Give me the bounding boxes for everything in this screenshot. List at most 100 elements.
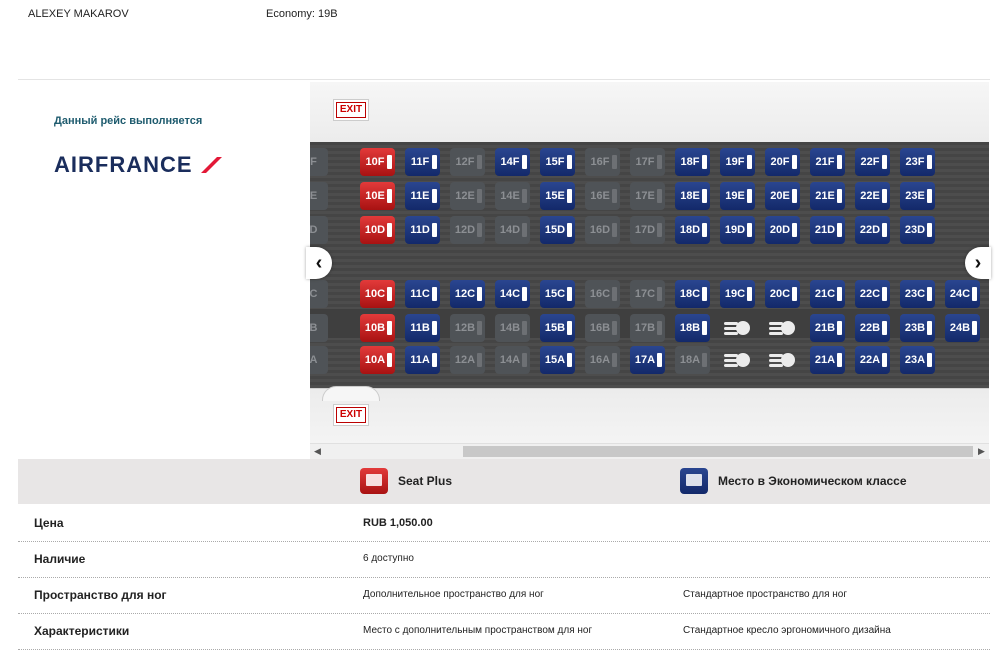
seat-18F[interactable]: 18F: [675, 148, 710, 176]
seat-18D[interactable]: 18D: [675, 216, 710, 244]
seat-16B: 16B: [585, 314, 620, 342]
seat-11D[interactable]: 11D: [405, 216, 440, 244]
seat-17C: 17C: [630, 280, 665, 308]
seat-21A[interactable]: 21A: [810, 346, 845, 374]
seat-type-legend: Seat Plus Место в Экономическом классе: [18, 459, 990, 504]
seat-22D[interactable]: 22D: [855, 216, 890, 244]
seat-16A: 16A: [585, 346, 620, 374]
scrollbar-thumb[interactable]: [463, 446, 973, 457]
passenger-icon: [724, 321, 750, 335]
seat-24C[interactable]: 24C: [945, 280, 980, 308]
airline-logo-swoosh-icon: [200, 157, 222, 173]
door-outline: [322, 386, 380, 401]
passenger-icon: [769, 321, 795, 335]
seat-11F[interactable]: 11F: [405, 148, 440, 176]
seat-11B[interactable]: 11B: [405, 314, 440, 342]
occupied-seat-20B: [765, 314, 799, 342]
seat-24B[interactable]: 24B: [945, 314, 980, 342]
seat-16D: 16D: [585, 216, 620, 244]
scroll-right-button[interactable]: ›: [965, 247, 991, 279]
seat-18B[interactable]: 18B: [675, 314, 710, 342]
operated-by-label: Данный рейс выполняется: [54, 115, 203, 127]
seat-10B[interactable]: 10B: [360, 314, 395, 342]
seat-10F[interactable]: 10F: [360, 148, 395, 176]
seat-21C[interactable]: 21C: [810, 280, 845, 308]
seat-22A[interactable]: 22A: [855, 346, 890, 374]
seat-17A[interactable]: 17A: [630, 346, 665, 374]
chevron-right-icon: ›: [974, 251, 982, 274]
seat-15B[interactable]: 15B: [540, 314, 575, 342]
seat-22F[interactable]: 22F: [855, 148, 890, 176]
seat-15F[interactable]: 15F: [540, 148, 575, 176]
seat-19E[interactable]: 19E: [720, 182, 755, 210]
seat-21D[interactable]: 21D: [810, 216, 845, 244]
seat-20C[interactable]: 20C: [765, 280, 800, 308]
row-label: Цена: [34, 516, 64, 530]
seat-10A[interactable]: 10A: [360, 346, 395, 374]
seat-23C[interactable]: 23C: [900, 280, 935, 308]
seat-19C[interactable]: 19C: [720, 280, 755, 308]
occupied-seat-20A: [765, 346, 799, 374]
exit-sign-bottom: EXIT: [336, 407, 366, 423]
fuselage-top-wall: [310, 82, 989, 143]
seat-14F[interactable]: 14F: [495, 148, 530, 176]
seat-23E[interactable]: 23E: [900, 182, 935, 210]
seat-15E[interactable]: 15E: [540, 182, 575, 210]
seat-21F[interactable]: 21F: [810, 148, 845, 176]
seat-11C[interactable]: 11C: [405, 280, 440, 308]
passenger-name: ALEXEY MAKAROV: [28, 8, 129, 20]
table-row-price: Цена RUB 1,050.00: [18, 505, 990, 542]
horizontal-scrollbar[interactable]: ◀ ▶: [310, 443, 989, 459]
seat-18C[interactable]: 18C: [675, 280, 710, 308]
seat-20E[interactable]: 20E: [765, 182, 800, 210]
seat-14D: 14D: [495, 216, 530, 244]
seat-12C[interactable]: 12C: [450, 280, 485, 308]
seat-12D: 12D: [450, 216, 485, 244]
seat-10D[interactable]: 10D: [360, 216, 395, 244]
seat-14A: 14A: [495, 346, 530, 374]
airline-logo: AIRFRANCE: [54, 152, 223, 178]
seat-23A[interactable]: 23A: [900, 346, 935, 374]
seat-22C[interactable]: 22C: [855, 280, 890, 308]
seat-17E: 17E: [630, 182, 665, 210]
seat-12B: 12B: [450, 314, 485, 342]
seat-9C: C: [310, 280, 328, 308]
seat-16F: 16F: [585, 148, 620, 176]
seat-19D[interactable]: 19D: [720, 216, 755, 244]
seat-9D: D: [310, 216, 328, 244]
seat-20D[interactable]: 20D: [765, 216, 800, 244]
scrollbar-right-arrow-icon[interactable]: ▶: [974, 444, 989, 459]
table-row-legroom: Пространство для ног Дополнительное прос…: [18, 577, 990, 614]
seat-21E[interactable]: 21E: [810, 182, 845, 210]
seat-15C[interactable]: 15C: [540, 280, 575, 308]
seat-23D[interactable]: 23D: [900, 216, 935, 244]
seat-23F[interactable]: 23F: [900, 148, 935, 176]
seat-15A[interactable]: 15A: [540, 346, 575, 374]
seat-map[interactable]: EXIT EXIT F E D C B A 10F 10E 10D 10C 10B 10A 11F 11E…: [310, 82, 989, 458]
seat-10C[interactable]: 10C: [360, 280, 395, 308]
seat-18A: 18A: [675, 346, 710, 374]
seat-18E[interactable]: 18E: [675, 182, 710, 210]
seat-12E: 12E: [450, 182, 485, 210]
scrollbar-left-arrow-icon[interactable]: ◀: [310, 444, 325, 459]
seat-22E[interactable]: 22E: [855, 182, 890, 210]
seat-15D[interactable]: 15D: [540, 216, 575, 244]
seat-11A[interactable]: 11A: [405, 346, 440, 374]
row-label: Характеристики: [34, 624, 130, 638]
seat-14C[interactable]: 14C: [495, 280, 530, 308]
seat-plus-icon: [360, 468, 388, 494]
divider: [18, 79, 990, 80]
seat-22B[interactable]: 22B: [855, 314, 890, 342]
seat-23B[interactable]: 23B: [900, 314, 935, 342]
seat-11E[interactable]: 11E: [405, 182, 440, 210]
seat-10E[interactable]: 10E: [360, 182, 395, 210]
seat-21B[interactable]: 21B: [810, 314, 845, 342]
table-row-availability: Наличие 6 доступно: [18, 541, 990, 578]
seat-14B: 14B: [495, 314, 530, 342]
seat-20F[interactable]: 20F: [765, 148, 800, 176]
seat-19F[interactable]: 19F: [720, 148, 755, 176]
availability-seat-plus: 6 доступно: [363, 553, 414, 564]
seat-12A: 12A: [450, 346, 485, 374]
occupied-seat-19B: [720, 314, 754, 342]
seat-9E: E: [310, 182, 328, 210]
